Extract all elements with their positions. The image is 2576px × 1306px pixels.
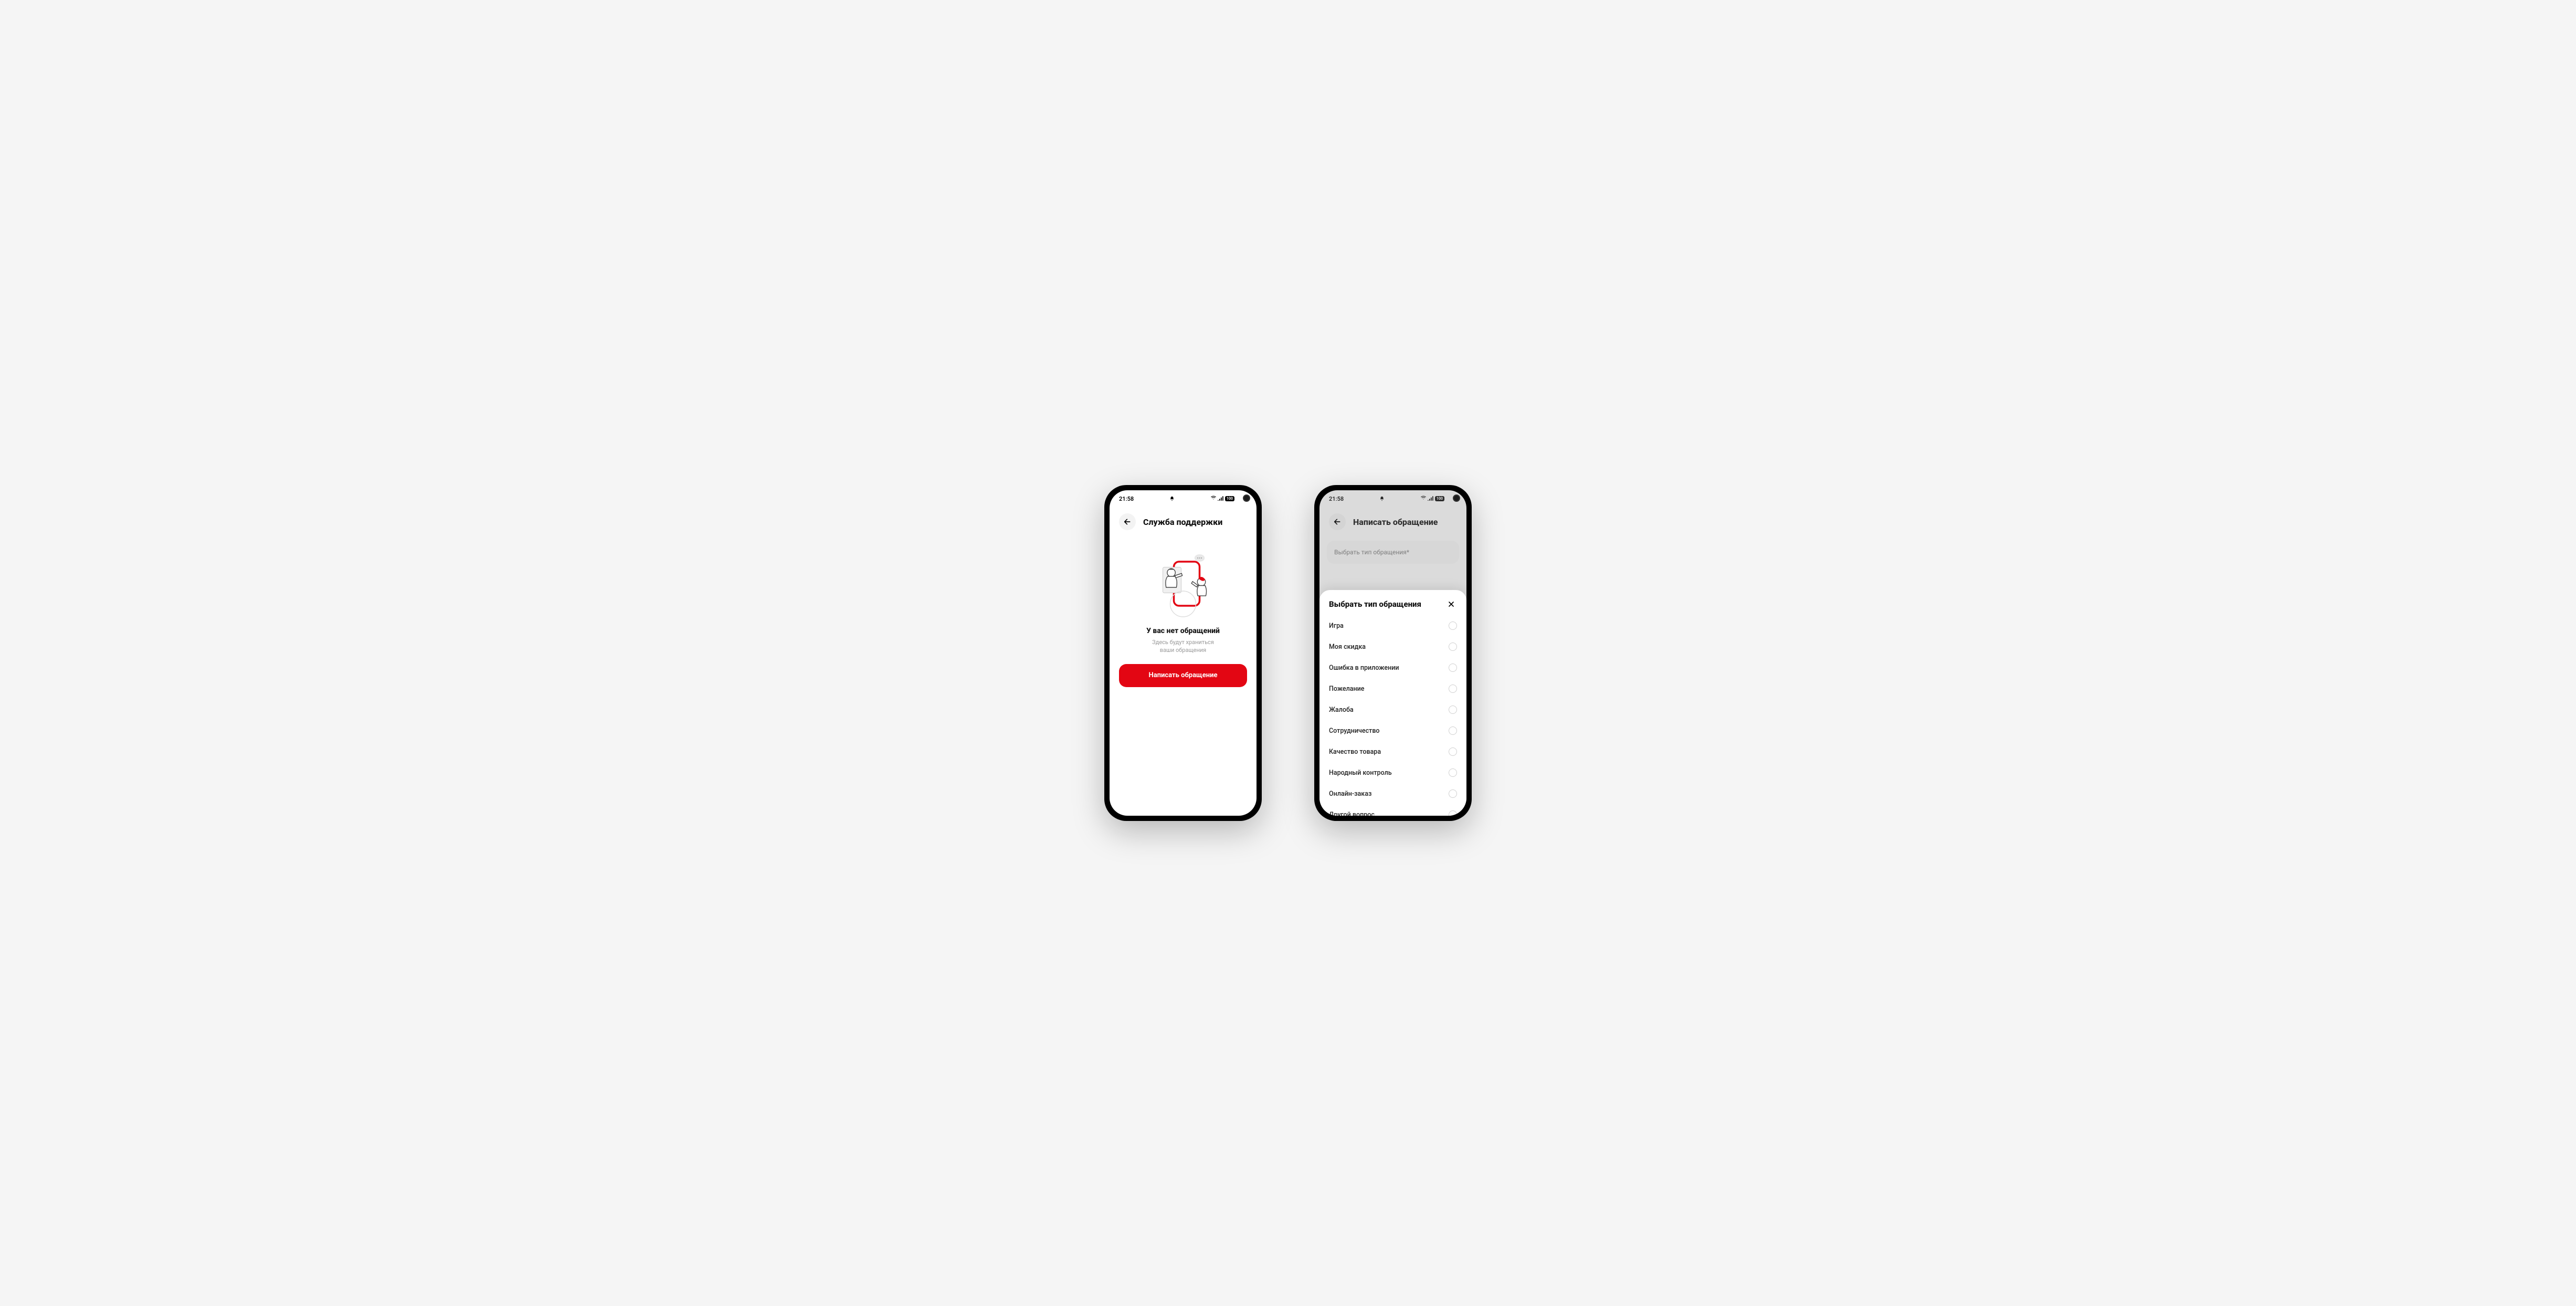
option-label: Другой вопрос [1329,811,1375,816]
radio-icon [1449,726,1457,735]
screen-support: 21:58 100 Служба поддержки [1110,490,1257,816]
close-button[interactable] [1445,598,1457,610]
radio-icon [1449,768,1457,777]
sheet-title: Выбрать тип обращения [1329,599,1421,609]
option-label: Сотрудничество [1329,727,1380,735]
option-row[interactable]: Народный контроль [1329,762,1457,783]
back-button[interactable] [1119,513,1136,530]
option-row[interactable]: Онлайн-заказ [1329,783,1457,804]
support-illustration-icon [1146,547,1220,620]
status-time: 21:58 [1119,496,1134,502]
option-row[interactable]: Другой вопрос [1329,804,1457,816]
page-title: Служба поддержки [1143,517,1222,527]
empty-state: У вас нет обращений Здесь будут хранитьс… [1110,536,1257,816]
phone-frame-support: 21:58 100 Служба поддержки [1104,485,1262,821]
option-row[interactable]: Моя скидка [1329,636,1457,657]
empty-subtitle: Здесь будут храниться ваши обращения [1152,638,1214,655]
option-label: Игра [1329,622,1344,630]
option-label: Народный контроль [1329,769,1392,777]
empty-title: У вас нет обращений [1146,627,1220,635]
radio-icon [1449,663,1457,672]
option-row[interactable]: Сотрудничество [1329,720,1457,741]
notification-bell-icon [1169,496,1175,501]
type-picker-sheet: Выбрать тип обращения Игра Моя скидка Ошиб… [1319,590,1466,816]
camera-hole-icon [1243,494,1250,502]
radio-icon [1449,622,1457,630]
sheet-header: Выбрать тип обращения [1319,590,1466,615]
radio-icon [1449,705,1457,714]
page-header: Служба поддержки [1110,507,1257,536]
option-label: Ошибка в приложении [1329,664,1399,672]
radio-icon [1449,789,1457,798]
radio-icon [1449,643,1457,651]
battery-badge: 100 [1225,496,1234,501]
phone-frame-request: 21:58 100 Написать обращение Выбрать тип… [1314,485,1472,821]
write-request-button[interactable]: Написать обращение [1119,664,1247,687]
cellular-icon [1218,496,1224,502]
option-label: Пожелание [1329,685,1364,693]
screen-request: 21:58 100 Написать обращение Выбрать тип… [1319,490,1466,816]
radio-icon [1449,810,1457,816]
radio-icon [1449,747,1457,756]
option-row[interactable]: Ошибка в приложении [1329,657,1457,678]
status-bar: 21:58 100 [1110,490,1257,507]
option-row[interactable]: Качество товара [1329,741,1457,762]
option-label: Онлайн-заказ [1329,790,1371,798]
close-icon [1447,600,1455,608]
option-row[interactable]: Пожелание [1329,678,1457,699]
radio-icon [1449,684,1457,693]
option-label: Моя скидка [1329,643,1366,651]
camera-hole-icon [1453,494,1460,502]
arrow-left-icon [1123,518,1132,526]
options-list: Игра Моя скидка Ошибка в приложении Пожелан… [1319,615,1466,816]
wifi-icon [1210,496,1217,502]
option-label: Жалоба [1329,706,1354,714]
mockup-stage: 21:58 100 Служба поддержки [1041,454,1535,852]
option-row[interactable]: Жалоба [1329,699,1457,720]
option-row[interactable]: Игра [1329,615,1457,636]
option-label: Качество товара [1329,748,1381,756]
